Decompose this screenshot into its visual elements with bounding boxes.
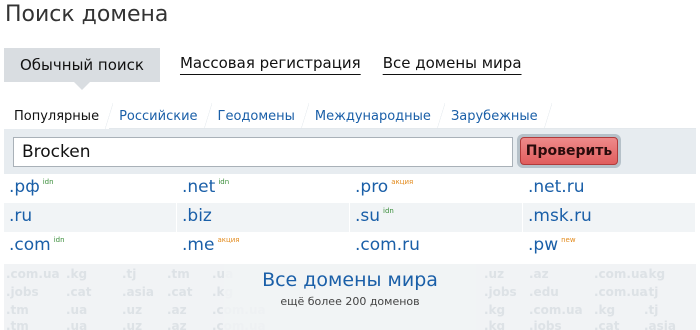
zone-badge: new bbox=[561, 236, 576, 244]
zone-name: .net.ru bbox=[528, 177, 585, 197]
background-zone-label: .asia bbox=[122, 285, 155, 299]
all-world-domains-link[interactable]: Все домены мира bbox=[262, 269, 438, 291]
background-zone-label: .az bbox=[167, 303, 187, 317]
background-zone-label: .kg bbox=[484, 303, 506, 317]
tab-foreign[interactable]: Зарубежные bbox=[441, 103, 552, 129]
zone-item-pw[interactable]: .pw new bbox=[523, 232, 696, 261]
zone-name: .com bbox=[9, 235, 51, 255]
zone-name: .me bbox=[182, 235, 215, 255]
all-world-domains-panel: .com.ua .kg .tj .tm .ua .uz .az .com.ua .kg .jobs… bbox=[4, 264, 696, 330]
background-zone-label: .tj bbox=[644, 303, 659, 317]
tab-international[interactable]: Международные bbox=[305, 103, 445, 129]
zone-item-net[interactable]: .net idn bbox=[177, 174, 350, 203]
zone-row: .ru .biz .su idn .msk.ru bbox=[4, 203, 696, 232]
zone-item-me[interactable]: .me акция bbox=[177, 232, 350, 261]
tab-regular-search[interactable]: Обычный поиск bbox=[4, 48, 160, 90]
background-zone-label: .jobs bbox=[6, 285, 39, 299]
zone-item-ru[interactable]: .ru bbox=[4, 203, 177, 232]
background-zone-label: .jobs bbox=[484, 285, 517, 299]
background-zone-label: .az bbox=[167, 319, 187, 330]
tab-popular[interactable]: Популярные bbox=[4, 103, 114, 129]
domain-search-input[interactable] bbox=[13, 137, 513, 167]
background-zone-label: .jobs bbox=[529, 319, 562, 330]
tab-all-world-domains[interactable]: Все домены мира bbox=[383, 54, 522, 72]
background-zone-label: .com.ua bbox=[529, 303, 583, 317]
background-zone-label: .cat bbox=[66, 285, 92, 299]
background-zone-label: .tm bbox=[6, 303, 29, 317]
zone-name: .net bbox=[182, 177, 216, 197]
background-zone-label: .asia bbox=[644, 319, 677, 330]
background-zone-label: .tm bbox=[167, 267, 190, 281]
background-zone-label: .az bbox=[529, 267, 549, 281]
zone-item-su[interactable]: .su idn bbox=[350, 203, 523, 232]
zone-name: .com.ru bbox=[355, 235, 420, 255]
background-zone-label: .kg bbox=[66, 267, 88, 281]
background-zone-label: .edu bbox=[529, 285, 559, 299]
background-zone-label: .ua bbox=[66, 303, 88, 317]
background-zone-label: .cat bbox=[594, 319, 620, 330]
background-zone-label: .com.ua bbox=[6, 267, 60, 281]
zone-name: .pro bbox=[355, 177, 389, 197]
zone-item-msk-ru[interactable]: .msk.ru bbox=[523, 203, 696, 232]
world-domains-subtitle: ещё более 200 доменов bbox=[280, 295, 420, 308]
zone-item-rf[interactable]: .рф idn bbox=[4, 174, 177, 203]
background-zone-label: .kg bbox=[644, 267, 666, 281]
background-zone-label: .uz bbox=[122, 303, 143, 317]
zone-badge: idn bbox=[383, 207, 394, 215]
zone-row: .рф idn .net idn .pro акция .net.ru bbox=[4, 174, 696, 203]
background-zone-label: .tj bbox=[644, 285, 659, 299]
background-zone-label: .tm bbox=[6, 319, 29, 330]
zone-badge: idn bbox=[42, 178, 54, 186]
background-zone-label: .cat bbox=[167, 285, 193, 299]
zone-category-tabs: Популярные Российские Геодомены Междунар… bbox=[4, 103, 696, 129]
zone-badge: idn bbox=[53, 236, 65, 244]
zone-name: .ru bbox=[9, 206, 33, 226]
zone-item-net-ru[interactable]: .net.ru bbox=[523, 174, 696, 203]
zone-item-pro[interactable]: .pro акция bbox=[350, 174, 523, 203]
background-zone-label: .uz bbox=[484, 267, 505, 281]
check-button-label: Проверить bbox=[520, 137, 618, 165]
search-panel: Проверить bbox=[4, 129, 696, 174]
zone-name: .biz bbox=[182, 206, 212, 226]
zone-item-com-ru[interactable]: .com.ru bbox=[350, 232, 523, 261]
page-title: Поиск домена bbox=[5, 2, 169, 27]
zone-name: .su bbox=[355, 206, 381, 226]
zone-row: .com idn .me акция .com.ru .pw new bbox=[4, 232, 696, 261]
background-zone-label: .com.ua bbox=[594, 285, 648, 299]
zone-badge: акция bbox=[391, 178, 414, 186]
zone-item-biz[interactable]: .biz bbox=[177, 203, 350, 232]
background-zone-label: .uz bbox=[122, 319, 143, 330]
background-zone-label: .kg bbox=[594, 303, 616, 317]
background-zone-label: .ua bbox=[66, 319, 88, 330]
check-button[interactable]: Проверить bbox=[517, 134, 621, 168]
background-zone-label: .kg bbox=[484, 319, 506, 330]
zone-name: .рф bbox=[9, 177, 40, 197]
world-domains-box: Все домены мира ещё более 200 доменов bbox=[224, 264, 476, 330]
tab-geodomains[interactable]: Геодомены bbox=[208, 103, 310, 129]
search-mode-tabs: Обычный поиск Массовая регистрация Все д… bbox=[4, 48, 522, 90]
tab-russian[interactable]: Российские bbox=[109, 103, 212, 129]
domain-zone-grid: .рф idn .net idn .pro акция .net.ru .ru .bi… bbox=[4, 174, 696, 261]
zone-name: .msk.ru bbox=[528, 206, 592, 226]
tab-bulk-registration[interactable]: Массовая регистрация bbox=[180, 54, 361, 72]
background-zone-label: .com.ua bbox=[594, 267, 648, 281]
zone-item-com[interactable]: .com idn bbox=[4, 232, 177, 261]
zone-name: .pw bbox=[528, 235, 559, 255]
zone-badge: idn bbox=[218, 178, 230, 186]
zone-badge: акция bbox=[217, 236, 240, 244]
background-zone-label: .tj bbox=[122, 267, 137, 281]
